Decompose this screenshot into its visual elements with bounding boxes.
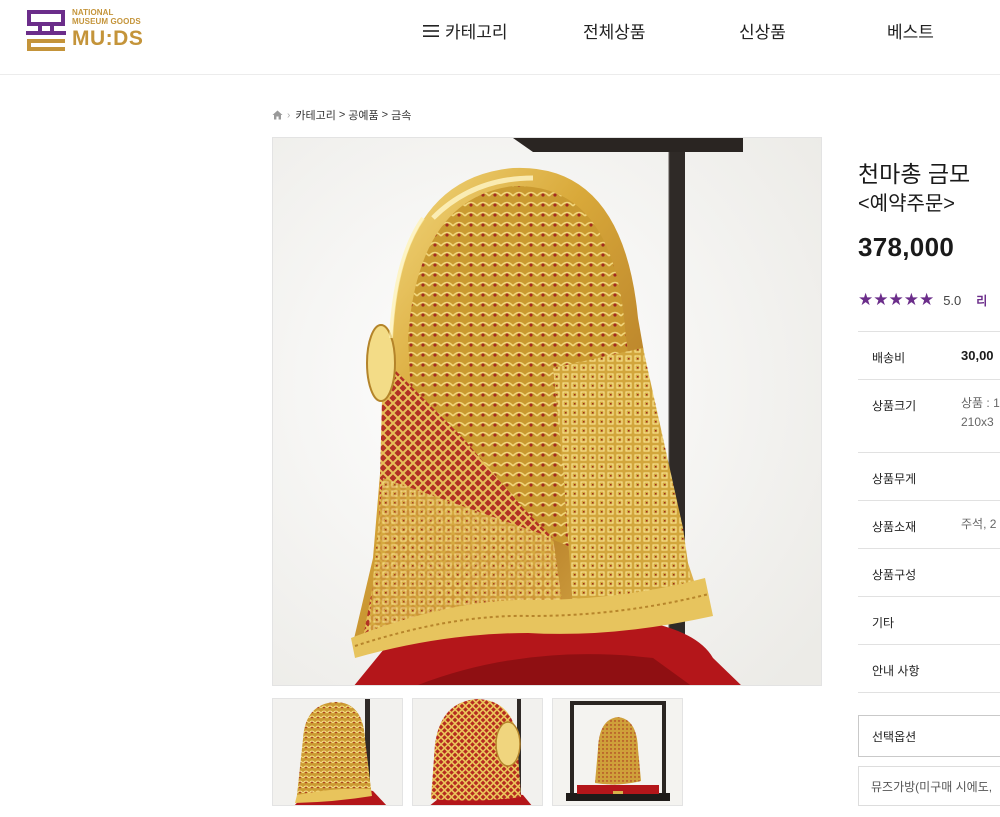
nav-all-products[interactable]: 전체상품 (583, 18, 646, 43)
main-product-image[interactable] (272, 137, 822, 686)
breadcrumb-item-metal[interactable]: 금속 (391, 107, 411, 123)
logo-wordmark: MU:DS (72, 27, 144, 50)
spec-label: 상품소재 (872, 520, 917, 534)
product-price: 378,000 (858, 232, 955, 262)
product-rating: ★★★★★ 5.0 리 (858, 290, 987, 310)
spec-value-line2: 210x3 (961, 415, 994, 429)
bag-option-note[interactable]: 뮤즈가방(미구매 시에도, (858, 766, 1000, 806)
thumbnail-side-view[interactable] (412, 698, 543, 806)
site-header: NATIONAL MUSEUM GOODS MU:DS 카테고리 전체상품 신상… (0, 0, 1000, 75)
brand-logo[interactable]: NATIONAL MUSEUM GOODS MU:DS (26, 8, 144, 55)
breadcrumb-item-category[interactable]: 카테고리 (295, 107, 335, 123)
spec-row-etc: 기타 (858, 597, 1000, 645)
spec-value: 30,00 (961, 348, 994, 363)
rating-score: 5.0 (943, 292, 962, 308)
product-subtitle: <예약주문> (858, 193, 955, 215)
nav-category-label: 카테고리 (445, 23, 508, 42)
spec-label: 안내 사항 (872, 664, 920, 678)
breadcrumb-separator: > (338, 109, 346, 121)
thumbnail-front-view[interactable] (272, 698, 403, 806)
spec-row-composition: 상품구성 (858, 549, 1000, 597)
spec-value: 상품 : 1 (961, 396, 1000, 410)
logo-text: NATIONAL MUSEUM GOODS MU:DS (72, 8, 144, 51)
thumbnail-display-case[interactable] (552, 698, 683, 806)
breadcrumb: › 카테고리 > 공예품 > 금속 (272, 107, 411, 123)
spec-row-weight: 상품무게 (858, 453, 1000, 501)
review-link[interactable]: 리 (976, 292, 987, 309)
spec-row-material: 상품소재 주석, 2 (858, 501, 1000, 549)
nav-new-products[interactable]: 신상품 (739, 18, 786, 43)
hamburger-menu-icon (423, 24, 439, 37)
spec-label: 상품구성 (872, 568, 917, 582)
spec-value: 주석, 2 (961, 517, 997, 531)
spec-label: 상품크기 (872, 399, 917, 413)
spec-row-size: 상품크기 상품 : 1 210x3 (858, 380, 1000, 453)
breadcrumb-item-crafts[interactable]: 공예품 (348, 107, 378, 123)
spec-row-shipping: 배송비 30,00 (858, 332, 1000, 380)
option-select[interactable]: 선택옵션 (858, 715, 1000, 757)
rating-stars-icon: ★★★★★ (858, 290, 935, 309)
breadcrumb-chevron-icon: › (287, 109, 291, 121)
product-title: 천마총 금모 (858, 161, 971, 187)
nav-best[interactable]: 베스트 (887, 18, 934, 43)
breadcrumb-separator: > (381, 109, 389, 121)
spec-label: 배송비 (872, 351, 906, 365)
spec-label: 기타 (872, 616, 895, 630)
spec-label: 상품무게 (872, 472, 917, 486)
museum-logo-icon (26, 9, 66, 51)
spec-row-notice: 안내 사항 (858, 645, 1000, 693)
thumbnail-strip (272, 698, 692, 806)
spec-table: 배송비 30,00 상품크기 상품 : 1 210x3 상품무게 상품소재 주석… (858, 331, 1000, 693)
logo-subline-2: MUSEUM GOODS (72, 16, 141, 26)
nav-category[interactable]: 카테고리 (423, 18, 508, 43)
home-icon[interactable] (272, 110, 283, 120)
